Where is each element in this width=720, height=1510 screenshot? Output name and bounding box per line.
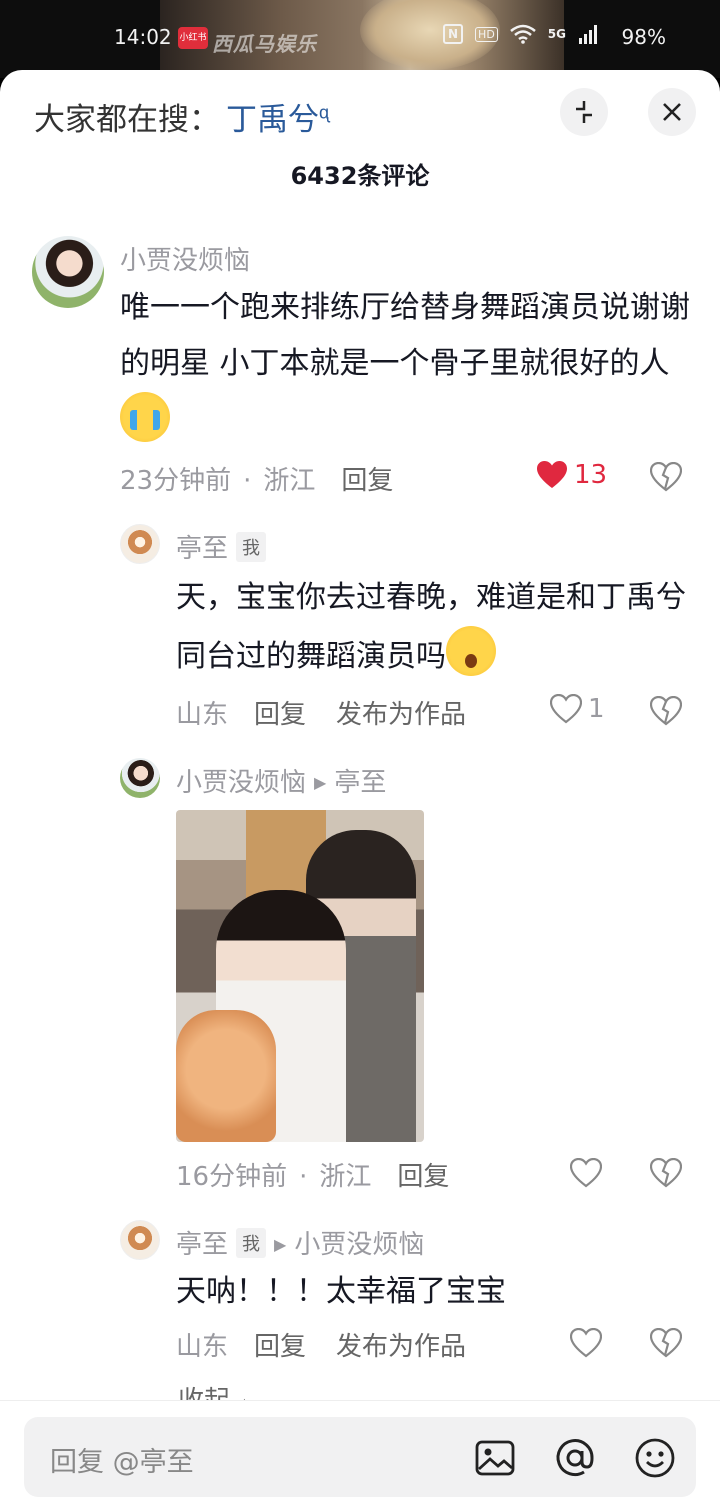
publish-as-post-button[interactable]: 发布为作品	[336, 1332, 466, 1362]
search-term-link[interactable]: 丁禹兮	[226, 102, 319, 138]
separator-dot: ·	[243, 466, 252, 496]
comment-sheet: 大家都在搜： 丁禹兮ᶐ 6432条评论 小贾没烦恼 唯一一个跑来排练厅给替身舞蹈演…	[0, 70, 720, 1510]
reply-placeholder: 回复 @亭至	[50, 1447, 194, 1478]
loudly-crying-face-icon	[120, 392, 170, 442]
heart-outline-icon	[550, 694, 582, 724]
signal-icon	[579, 25, 597, 44]
reply-button[interactable]: 回复	[254, 700, 306, 730]
nfc-icon: N	[443, 24, 464, 44]
search-small-icon: ᶐ	[319, 102, 330, 124]
minimize-icon	[576, 101, 592, 123]
separator-dot: ·	[299, 1162, 308, 1192]
reply-button[interactable]: 回复	[341, 466, 393, 496]
minimize-button[interactable]	[560, 88, 608, 136]
avatar[interactable]	[120, 1220, 160, 1260]
comment-location: 山东	[176, 700, 229, 730]
comment-username[interactable]: 亭至	[176, 534, 228, 564]
like-button[interactable]: 1	[550, 694, 605, 724]
comment-text: 天，宝宝你去过春晚，难道是和丁禹兮同台过的舞蹈演员吗	[176, 570, 696, 685]
close-button[interactable]	[648, 88, 696, 136]
avatar[interactable]	[120, 758, 160, 798]
reply-button[interactable]: 回复	[254, 1332, 306, 1362]
app-badge-icon: 小红书	[178, 27, 208, 49]
image-icon[interactable]	[474, 1437, 516, 1479]
comment-username[interactable]: 小贾没烦恼	[176, 768, 306, 798]
reply-username-row: 小贾没烦恼 ▶ 亭至	[176, 762, 386, 799]
comment-meta: 23分钟前 · 浙江 回复	[120, 460, 393, 497]
avatar[interactable]	[32, 236, 104, 308]
like-count: 13	[574, 460, 608, 490]
comment-count: 6432条评论	[290, 162, 430, 190]
close-icon	[663, 103, 681, 121]
reply-username-row: 亭至我	[176, 528, 267, 565]
like-count: 1	[588, 694, 605, 724]
avatar[interactable]	[120, 524, 160, 564]
reply-input[interactable]: 回复 @亭至	[24, 1417, 696, 1497]
status-time: 14:02	[114, 25, 172, 49]
reply-to-username[interactable]: 亭至	[334, 768, 386, 798]
comment-time: 16分钟前	[176, 1162, 288, 1192]
comment-photo[interactable]	[176, 810, 424, 1142]
comment-location: 浙江	[319, 1162, 372, 1192]
comment-text: 唯一一个跑来排练厅给替身舞蹈演员说谢谢的明星 小丁本就是一个骨子里就很好的人	[120, 280, 690, 451]
heart-outline-icon[interactable]	[570, 1158, 602, 1188]
network-type: 5G	[547, 27, 566, 41]
status-bar: 14:02 小红书 西瓜马娱乐 N HD 5G 98%	[0, 0, 720, 78]
comment-meta: 山东 回复 发布为作品	[176, 1326, 466, 1363]
status-icons: N HD 5G	[443, 24, 600, 44]
me-tag: 我	[236, 532, 267, 562]
reply-arrow-icon: ▶	[314, 773, 327, 792]
search-prefix: 大家都在搜：	[34, 102, 220, 138]
me-tag: 我	[236, 1228, 267, 1258]
reply-to-username[interactable]: 小贾没烦恼	[294, 1230, 424, 1260]
comment-location: 山东	[176, 1332, 229, 1362]
reply-arrow-icon: ▶	[274, 1235, 287, 1254]
comment-body: 天，宝宝你去过春晚，难道是和丁禹兮同台过的舞蹈演员吗	[176, 580, 686, 674]
reply-button[interactable]: 回复	[397, 1162, 449, 1192]
hd-icon: HD	[475, 26, 498, 42]
trending-search[interactable]: 大家都在搜： 丁禹兮ᶐ	[34, 94, 329, 139]
reply-username-row: 亭至我 ▶ 小贾没烦恼	[176, 1224, 424, 1261]
watermark-text: 西瓜马娱乐	[212, 32, 317, 56]
publish-as-post-button[interactable]: 发布为作品	[336, 700, 466, 730]
comment-body: 唯一一个跑来排练厅给替身舞蹈演员说谢谢的明星 小丁本就是一个骨子里就很好的人	[120, 290, 690, 381]
at-icon[interactable]	[554, 1437, 596, 1479]
dislike-icon[interactable]	[650, 1328, 682, 1358]
heart-outline-icon[interactable]	[570, 1328, 602, 1358]
comment-username[interactable]: 小贾没烦恼	[120, 240, 250, 277]
battery-level: 98%	[621, 25, 666, 49]
comment-meta: 山东 回复 发布为作品	[176, 694, 466, 731]
like-button[interactable]: 13	[536, 460, 607, 490]
wifi-icon	[509, 24, 536, 44]
comment-username[interactable]: 亭至	[176, 1230, 228, 1260]
comment-time: 23分钟前	[120, 466, 232, 496]
comment-meta: 16分钟前 · 浙江 回复	[176, 1156, 449, 1193]
dislike-icon[interactable]	[650, 696, 682, 726]
heart-filled-icon	[537, 461, 567, 488]
photo-bear-sticker	[176, 1010, 276, 1142]
comment-location: 浙江	[263, 466, 316, 496]
dislike-icon[interactable]	[650, 1158, 682, 1188]
astonished-face-icon	[446, 626, 496, 676]
emoji-icon[interactable]	[634, 1437, 676, 1479]
reply-bar: 回复 @亭至	[0, 1400, 720, 1510]
comment-text: 天呐！！！太幸福了宝宝	[176, 1274, 506, 1309]
dislike-icon[interactable]	[650, 462, 682, 492]
